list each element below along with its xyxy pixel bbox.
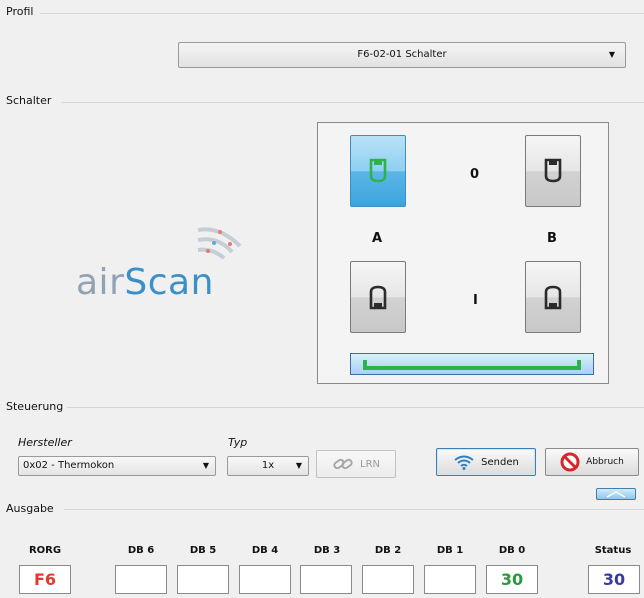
db1-value: [424, 565, 476, 594]
db2-header: DB 2: [374, 545, 402, 556]
type-select-value: 1x: [261, 460, 275, 471]
manufacturer-select[interactable]: 0x02 - Thermokon ▼: [18, 456, 216, 476]
manufacturer-select-value: 0x02 - Thermokon: [23, 460, 115, 471]
db3-header: DB 3: [313, 545, 341, 556]
db1-header: DB 1: [436, 545, 464, 556]
db3-value: [300, 565, 352, 594]
rocker-down-icon: [369, 285, 387, 310]
control-group-border: [66, 407, 644, 408]
chevron-down-icon: ▼: [295, 461, 302, 470]
db2-value: [362, 565, 414, 594]
rocker-up-icon: [544, 158, 562, 183]
profile-group-label: Profil: [6, 5, 38, 18]
manufacturer-label: Hersteller: [18, 436, 72, 449]
db5-header: DB 5: [189, 545, 217, 556]
status-value: 30: [588, 565, 640, 594]
rocker-switch-panel: 0 A B I: [317, 122, 609, 384]
rocker-b0-button[interactable]: [525, 135, 581, 207]
rorg-value: F6: [19, 565, 71, 594]
switch-group-label: Schalter: [6, 94, 56, 107]
status-header: Status: [594, 545, 632, 556]
lrn-label: LRN: [360, 458, 380, 470]
db5-value: [177, 565, 229, 594]
db6-header: DB 6: [127, 545, 155, 556]
link-icon: [333, 458, 353, 470]
rocker-a0-button[interactable]: [350, 135, 406, 207]
airscan-logo: airScan: [76, 262, 214, 303]
send-label: Senden: [481, 456, 519, 468]
state-0-label: 0: [470, 167, 480, 182]
control-group-label: Steuerung: [6, 400, 68, 413]
collapse-button[interactable]: [596, 488, 636, 500]
channel-b-label: B: [547, 231, 557, 246]
channel-a-label: A: [372, 231, 383, 246]
db4-value: [239, 565, 291, 594]
rorg-header: RORG: [28, 545, 62, 556]
chevron-down-icon: ▼: [608, 50, 615, 59]
db0-header: DB 0: [498, 545, 526, 556]
type-select[interactable]: 1x ▼: [227, 456, 309, 476]
chevron-down-icon: ▼: [202, 461, 209, 470]
rocker-up-icon: [369, 158, 387, 183]
chevron-up-icon: [606, 491, 626, 498]
output-group-border: [64, 509, 644, 510]
no-entry-icon: [560, 452, 580, 472]
rocker-bi-button[interactable]: [525, 261, 581, 333]
profile-group-border: [40, 13, 644, 14]
wifi-icon: [454, 455, 474, 470]
rocker-down-icon: [544, 285, 562, 310]
db4-header: DB 4: [251, 545, 279, 556]
state-i-label: I: [473, 293, 478, 308]
progress-fill: [363, 366, 581, 370]
profile-select[interactable]: F6-02-01 Schalter ▼: [178, 42, 626, 68]
lrn-button[interactable]: LRN: [316, 450, 396, 478]
db6-value: [115, 565, 167, 594]
signal-progress-bar: [350, 353, 594, 375]
switch-group-border: [62, 102, 644, 103]
abort-label: Abbruch: [586, 457, 624, 467]
abort-button[interactable]: Abbruch: [545, 448, 639, 476]
send-button[interactable]: Senden: [436, 448, 536, 476]
db0-value: 30: [486, 565, 538, 594]
profile-select-value: F6-02-01 Schalter: [357, 49, 447, 60]
rocker-ai-button[interactable]: [350, 261, 406, 333]
type-label: Typ: [228, 436, 248, 449]
output-group-label: Ausgabe: [6, 502, 58, 515]
